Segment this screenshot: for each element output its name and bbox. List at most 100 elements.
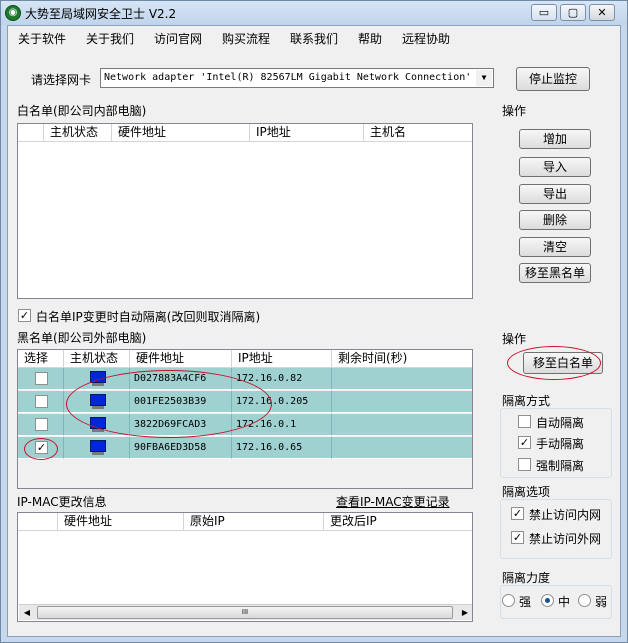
row-select-checkbox[interactable] [35,372,48,385]
manual-isolation-checkbox[interactable]: ✓ [518,436,531,449]
app-shield-icon: ◉ [5,5,21,21]
strength-strong-label: 强 [519,595,532,609]
view-ipmac-log-link[interactable]: 查看IP-MAC变更记录 [336,493,450,510]
title-bar: ◉ 大势至局域网安全卫士 V2.2 ▭ ▢ ✕ [1,1,627,25]
ipmac-table[interactable]: 硬件地址 原始IP 更改后IP ◀ III ▶ [17,512,473,622]
row-remaining [332,391,472,413]
row-remaining [332,414,472,436]
main-window: ◉ 大势至局域网安全卫士 V2.2 ▭ ▢ ✕ 关于软件 关于我们 访问官网 购… [0,0,628,643]
check-icon: ✓ [519,436,530,449]
row-ip: 172.16.0.205 [232,391,332,413]
whitelist-title: 白名单(即公司内部电脑) [17,104,147,118]
minimize-button[interactable]: ▭ [531,4,557,21]
forced-isolation-checkbox[interactable] [518,458,531,471]
client-area: 关于软件 关于我们 访问官网 购买流程 联系我们 帮助 远程协助 请选择网卡 N… [7,25,621,637]
move-to-blacklist-button[interactable]: 移至黑名单 [519,263,591,283]
adapter-label: 请选择网卡 [31,73,92,87]
scroll-thumb[interactable]: III [37,606,453,619]
block-internet-checkbox[interactable]: ✓ [511,531,524,544]
menu-help[interactable]: 帮助 [358,30,382,47]
auto-isolation-label: 自动隔离 [536,416,585,430]
strength-weak-label: 弱 [595,595,608,609]
check-icon: ✓ [19,309,30,322]
blacklist-table[interactable]: 选择 主机状态 硬件地址 IP地址 剩余时间(秒) D027883A4CF6 1… [17,349,473,489]
ipmac-col-mac[interactable]: 硬件地址 [58,513,184,531]
row-mac: 3822D69FCAD3 [130,414,232,436]
scroll-right-icon[interactable]: ▶ [457,605,472,620]
row-ip: 172.16.0.1 [232,414,332,436]
host-status-monitor-icon [89,440,107,456]
row-mac: 001FE2503B39 [130,391,232,413]
blacklist-col-select[interactable]: 选择 [18,350,64,368]
clear-button[interactable]: 清空 [519,237,591,257]
whitelist-col-mac[interactable]: 硬件地址 [112,124,250,142]
host-status-monitor-icon [89,417,107,433]
block-intranet-checkbox[interactable]: ✓ [511,507,524,520]
isolation-mode-title: 隔离方式 [502,394,551,408]
row-mac: D027883A4CF6 [130,368,232,390]
whitelist-col-status[interactable]: 主机状态 [44,124,112,142]
menu-official-site[interactable]: 访问官网 [154,30,202,47]
whitelist-table[interactable]: 主机状态 硬件地址 IP地址 主机名 [17,123,473,299]
manual-isolation-label: 手动隔离 [536,437,585,451]
auto-isolate-checkbox[interactable]: ✓ [18,309,31,322]
import-button[interactable]: 导入 [519,157,591,177]
strength-medium-label: 中 [558,595,571,609]
adapter-select-value: Network adapter 'Intel(R) 82567LM Gigabi… [104,72,472,83]
check-icon: ✓ [512,507,523,520]
block-internet-label: 禁止访问外网 [529,532,602,546]
blacklist-col-mac[interactable]: 硬件地址 [130,350,232,368]
check-icon: ✓ [512,531,523,544]
forced-isolation-label: 强制隔离 [536,459,585,473]
ipmac-title: IP-MAC更改信息 [17,495,107,509]
row-select-checkbox[interactable] [35,395,48,408]
row-remaining [332,437,472,459]
window-title: 大势至局域网安全卫士 V2.2 [25,7,177,21]
menu-remote-assist[interactable]: 远程协助 [402,30,450,47]
adapter-select[interactable]: Network adapter 'Intel(R) 82567LM Gigabi… [100,68,494,88]
add-button[interactable]: 增加 [519,129,591,149]
auto-isolate-label: 白名单IP变更时自动隔离(改回则取消隔离) [36,310,261,324]
row-mac: 90FBA6ED3D58 [130,437,232,459]
host-status-monitor-icon [89,371,107,387]
menu-about-software[interactable]: 关于软件 [18,30,66,47]
row-select-checkbox[interactable]: ✓ [35,441,48,454]
strength-medium-radio[interactable] [541,594,554,607]
restore-button[interactable]: ▢ [560,4,586,21]
blacklist-col-remaining[interactable]: 剩余时间(秒) [332,350,472,368]
host-status-monitor-icon [89,394,107,410]
auto-isolation-checkbox[interactable] [518,415,531,428]
ipmac-col-new-ip[interactable]: 更改后IP [324,513,472,531]
row-remaining [332,368,472,390]
whitelist-col-hostname[interactable]: 主机名 [364,124,472,142]
export-button[interactable]: 导出 [519,184,591,204]
move-to-whitelist-button[interactable]: 移至白名单 [523,352,603,374]
stop-monitor-button[interactable]: 停止监控 [516,67,590,91]
row-ip: 172.16.0.82 [232,368,332,390]
strength-strong-radio[interactable] [502,594,515,607]
ipmac-col-blank [18,513,58,531]
block-intranet-label: 禁止访问内网 [529,508,602,522]
menu-bar: 关于软件 关于我们 访问官网 购买流程 联系我们 帮助 远程协助 [8,26,620,50]
scroll-left-icon[interactable]: ◀ [19,605,35,620]
ipmac-col-original-ip[interactable]: 原始IP [184,513,324,531]
check-icon: ✓ [36,441,47,454]
horizontal-scrollbar[interactable]: ◀ III ▶ [19,604,472,620]
blacklist-col-status[interactable]: 主机状态 [64,350,130,368]
menu-purchase[interactable]: 购买流程 [222,30,270,47]
whitelist-col-ip[interactable]: IP地址 [250,124,364,142]
strength-weak-radio[interactable] [578,594,591,607]
menu-contact[interactable]: 联系我们 [290,30,338,47]
blacklist-actions-title: 操作 [502,332,527,346]
close-button[interactable]: ✕ [589,4,615,21]
isolation-options-title: 隔离选项 [502,485,551,499]
row-ip: 172.16.0.65 [232,437,332,459]
blacklist-col-ip[interactable]: IP地址 [232,350,332,368]
blacklist-title: 黑名单(即公司外部电脑) [17,331,147,345]
delete-button[interactable]: 删除 [519,210,591,230]
isolation-strength-title: 隔离力度 [502,571,551,585]
whitelist-actions-title: 操作 [502,104,527,118]
row-select-checkbox[interactable] [35,418,48,431]
menu-about-us[interactable]: 关于我们 [86,30,134,47]
dropdown-arrow-icon[interactable]: ▼ [476,70,492,86]
